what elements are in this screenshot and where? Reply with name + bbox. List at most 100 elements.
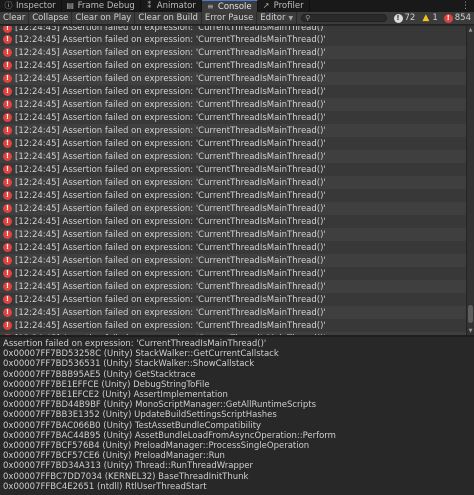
log-row[interactable]: ![12:24:45] Assertion failed on expressi… <box>0 163 466 176</box>
stacktrace-frame: 0x00007FF7BCF57CE6 (Unity) PreloadManage… <box>3 451 225 462</box>
error-icon: ! <box>3 269 12 278</box>
log-row-text: [12:24:45] Assertion failed on expressio… <box>15 60 326 71</box>
warning-count-toggle[interactable]: ▲ 1 <box>418 12 440 24</box>
frame-debug-icon: ▤ <box>66 1 74 10</box>
collapse-toggle[interactable]: Collapse <box>29 12 73 24</box>
error-count-toggle[interactable]: ! 854 <box>441 12 474 24</box>
stacktrace-frame: 0x00007FF7BD536531 (Unity) StackWalker::… <box>3 359 255 370</box>
log-row[interactable]: ![12:24:45] Assertion failed on expressi… <box>0 293 466 306</box>
error-icon: ! <box>3 165 12 174</box>
log-row-text: [12:24:45] Assertion failed on expressio… <box>15 164 326 175</box>
tab-console[interactable]: ≡ Console <box>201 0 258 12</box>
error-icon: ! <box>3 321 12 330</box>
profiler-icon: ↗ <box>262 1 270 10</box>
scroll-up-arrow-icon[interactable]: ▲ <box>467 26 474 34</box>
stacktrace-frame: 0x00007FF7BCF576B4 (Unity) PreloadManage… <box>3 441 310 452</box>
log-row[interactable]: ![12:24:45] Assertion failed on expressi… <box>0 111 466 124</box>
log-row[interactable]: ![12:24:45] Assertion failed on expressi… <box>0 319 466 332</box>
log-row[interactable]: ![12:24:45] Assertion failed on expressi… <box>0 98 466 111</box>
log-row-text: [12:24:45] Assertion failed on expressio… <box>15 125 326 136</box>
tab-animator[interactable]: ⁑ Animator <box>141 0 202 12</box>
search-input[interactable]: ⚲ <box>301 14 387 22</box>
info-icon: ⓘ <box>4 1 13 10</box>
clear-on-play-toggle[interactable]: Clear on Play <box>72 12 136 24</box>
log-list-scrollbar[interactable]: ▲ ▼ <box>466 26 474 335</box>
stacktrace-frame: 0x00007FFBC4E2651 (ntdll) RtlUserThreadS… <box>3 481 207 492</box>
log-row-text: [12:24:45] Assertion failed on expressio… <box>15 281 326 292</box>
stacktrace-frame: 0x00007FF7BE1EFFCE (Unity) DebugStringTo… <box>3 379 210 390</box>
tab-frame-debug[interactable]: ▤ Frame Debug <box>62 0 141 12</box>
log-row-text: [12:24:45] Assertion failed on expressio… <box>15 138 326 149</box>
error-icon: ! <box>3 139 12 148</box>
stacktrace-frame: 0x00007FF7BD53258C (Unity) StackWalker::… <box>3 349 279 360</box>
log-row[interactable]: ![12:24:45] Assertion failed on expressi… <box>0 228 466 241</box>
chevron-down-icon: ▼ <box>288 14 294 22</box>
tab-label: Animator <box>156 1 196 11</box>
editor-dropdown-label: Editor <box>260 13 286 23</box>
warning-icon: ▲ <box>422 12 430 23</box>
log-row[interactable]: ![12:24:45] Assertion failed on expressi… <box>0 215 466 228</box>
log-row[interactable]: ![12:24:45] Assertion failed on expressi… <box>0 124 466 137</box>
error-icon: ! <box>3 26 12 33</box>
error-icon: ! <box>3 256 12 265</box>
error-icon: ! <box>3 217 12 226</box>
scroll-down-arrow-icon[interactable]: ▼ <box>467 327 474 335</box>
error-icon: ! <box>3 191 12 200</box>
log-row-text: [12:24:45] Assertion failed on expressio… <box>15 203 326 214</box>
stacktrace-panel: Assertion failed on expression: 'Current… <box>0 337 474 495</box>
stacktrace-frame: 0x00007FFBC7DD7034 (KERNEL32) BaseThread… <box>3 471 249 482</box>
clear-button[interactable]: Clear <box>0 12 30 24</box>
log-row-text: [12:24:45] Assertion failed on expressio… <box>15 307 326 318</box>
warning-count: 1 <box>432 13 438 23</box>
log-row[interactable]: ![12:24:45] Assertion failed on expressi… <box>0 72 466 85</box>
log-row-text: [12:24:45] Assertion failed on expressio… <box>15 151 326 162</box>
window-tab-bar: ⓘ Inspector ▤ Frame Debug ⁑ Animator ≡ Console ↗… <box>0 0 474 12</box>
editor-dropdown[interactable]: Editor ▼ <box>257 12 298 24</box>
log-row-text: [12:24:45] Assertion failed on expressio… <box>15 320 326 331</box>
log-row[interactable]: ![12:24:45] Assertion failed on expressi… <box>0 46 466 59</box>
log-row[interactable]: ![12:24:45] Assertion failed on expressi… <box>0 85 466 98</box>
log-row-text: [12:24:45] Assertion failed on expressio… <box>15 177 326 188</box>
log-row[interactable]: ![12:24:45] Assertion failed on expressi… <box>0 202 466 215</box>
log-row[interactable]: ![12:24:45] Assertion failed on expressi… <box>0 189 466 202</box>
stacktrace-frame: 0x00007FF7BD44B9BF (Unity) MonoScriptMan… <box>3 400 317 411</box>
clear-on-build-toggle[interactable]: Clear on Build <box>135 12 202 24</box>
log-row[interactable]: ![12:24:45] Assertion failed on expressi… <box>0 280 466 293</box>
error-icon: ! <box>3 87 12 96</box>
tab-label: Inspector <box>16 1 56 11</box>
log-row[interactable]: ![12:24:45] Assertion failed on expressi… <box>0 241 466 254</box>
log-row[interactable]: ![12:24:45] Assertion failed on expressi… <box>0 33 466 46</box>
error-icon: ! <box>3 152 12 161</box>
info-count: 72 <box>404 13 416 23</box>
log-row[interactable]: ![12:24:45] Assertion failed on expressi… <box>0 59 466 72</box>
log-row[interactable]: ![12:24:45] Assertion failed on expressi… <box>0 306 466 319</box>
tab-profiler[interactable]: ↗ Profiler <box>258 0 310 12</box>
error-count: 854 <box>454 13 471 23</box>
log-row[interactable]: ![12:24:45] Assertion failed on expressi… <box>0 267 466 280</box>
log-row[interactable]: ![12:24:45] Assertion failed on expressi… <box>0 176 466 189</box>
error-pause-toggle[interactable]: Error Pause <box>202 12 258 24</box>
log-row-partial[interactable]: ! [12:24:45] Assertion failed on expressi… <box>0 26 466 33</box>
log-row[interactable]: ![12:24:45] Assertion failed on expressi… <box>0 150 466 163</box>
error-icon: ! <box>3 48 12 57</box>
log-row-text: [12:24:45] Assertion failed on expressio… <box>15 112 326 123</box>
tab-inspector[interactable]: ⓘ Inspector <box>0 0 62 12</box>
stacktrace-frame: 0x00007FF7BD34A313 (Unity) Thread::RunTh… <box>3 461 253 472</box>
error-icon: ! <box>3 204 12 213</box>
log-row-text: [12:24:45] Assertion failed on expressio… <box>15 268 326 279</box>
animator-icon: ⁑ <box>147 1 152 10</box>
info-icon: ! <box>393 13 403 23</box>
error-icon: ! <box>3 178 12 187</box>
stacktrace-frame: 0x00007FF7BBB95AE5 (Unity) GetStacktrace <box>3 369 196 380</box>
scrollbar-thumb[interactable] <box>468 305 473 323</box>
error-icon: ! <box>3 126 12 135</box>
error-icon: ! <box>3 100 12 109</box>
log-row-text: [12:24:45] Assertion failed on expressio… <box>15 26 326 33</box>
console-toolbar: Clear Collapse Clear on Play Clear on Bu… <box>0 12 474 25</box>
log-row[interactable]: ![12:24:45] Assertion failed on expressi… <box>0 137 466 150</box>
tab-label: Console <box>217 1 252 12</box>
log-row[interactable]: ![12:24:45] Assertion failed on expressi… <box>0 254 466 267</box>
info-count-toggle[interactable]: ! 72 <box>391 12 419 24</box>
log-list[interactable]: ! [12:24:45] Assertion failed on expressi… <box>0 26 466 335</box>
tab-menu-icon[interactable]: ⋮ <box>461 0 474 12</box>
